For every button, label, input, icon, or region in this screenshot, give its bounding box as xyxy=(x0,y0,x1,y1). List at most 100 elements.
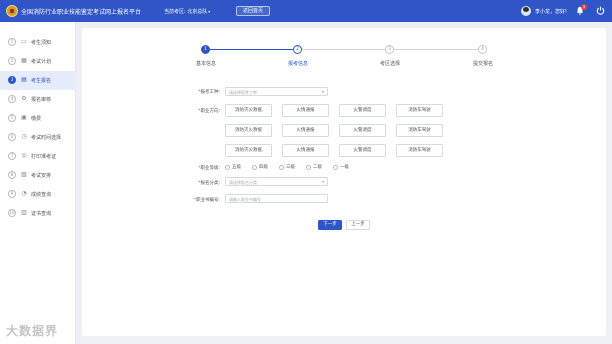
step-number: 8 xyxy=(8,171,16,179)
sidebar-item-print-ticket[interactable]: 7 ◎ 打印准考证 xyxy=(0,147,76,166)
schedule-icon: ▧ xyxy=(21,171,27,178)
step-number: 3 xyxy=(8,76,16,84)
step-2-label: 报考信息 xyxy=(287,61,308,67)
step-3-label: 考区选择 xyxy=(379,61,400,67)
direction-option[interactable]: 火警调度 xyxy=(339,104,386,117)
step-number: 5 xyxy=(8,114,16,122)
radio-label: 四级 xyxy=(259,165,268,170)
watermark: 大数据界 xyxy=(6,324,59,338)
cert-no-placeholder: 请输入职业书编号 xyxy=(229,197,261,202)
radio-circle xyxy=(252,164,257,170)
main-content-card xyxy=(82,28,606,336)
step-4-indicator: 4 xyxy=(478,45,487,54)
step-1-indicator: 1 xyxy=(201,45,210,54)
level-radio-4[interactable]: 四级 xyxy=(252,164,268,171)
step-connector xyxy=(302,49,385,50)
step-connector xyxy=(210,49,293,50)
fire-emblem-logo xyxy=(6,5,18,17)
direction-option[interactable]: 火情通报 xyxy=(282,124,329,137)
sidebar-item-label: 考生须知 xyxy=(31,40,52,46)
apply-type-select[interactable]: 请选择报名分类 ▾ xyxy=(225,177,328,186)
avatar[interactable] xyxy=(521,6,531,16)
step-number: 9 xyxy=(8,190,16,198)
sidebar-item-certificate[interactable]: 10 ▥ 证书查询 xyxy=(0,204,76,223)
step-number: 4 xyxy=(8,95,16,103)
radio-circle xyxy=(333,164,338,170)
radio-circle xyxy=(279,164,284,170)
radio-label: 一级 xyxy=(340,165,349,170)
direction-option[interactable]: 消防车驾驶 xyxy=(396,144,443,157)
sidebar-item-label: 考试时间选择 xyxy=(31,135,62,141)
job-type-label: *报考工种: xyxy=(198,90,220,95)
cert-no-input[interactable]: 请输入职业书编号 xyxy=(225,194,328,203)
direction-option[interactable]: 火情通报 xyxy=(282,144,329,157)
sidebar-item-label: 证书查询 xyxy=(31,211,52,217)
direction-option[interactable]: 消防车驾驶 xyxy=(396,104,443,117)
direction-option[interactable]: 消防车驾驶 xyxy=(396,124,443,137)
radio-circle xyxy=(225,164,230,170)
direction-option[interactable]: 消防灭火救援 xyxy=(225,104,272,117)
chevron-down-icon: ▾ xyxy=(208,9,211,14)
direction-option[interactable]: 火情通报 xyxy=(282,104,329,117)
sidebar-item-plan[interactable]: 2 ▦ 考试计划 xyxy=(0,52,76,71)
sidebar-item-exam-time[interactable]: 6 ◷ 考试时间选择 xyxy=(0,128,76,147)
level-radio-2[interactable]: 二级 xyxy=(306,164,322,171)
form-icon: ▤ xyxy=(21,76,27,83)
previous-step-button[interactable]: 上一步 xyxy=(346,220,370,230)
sidebar-item-label: 成绩查询 xyxy=(31,192,52,198)
sidebar-item-label: 考试计划 xyxy=(31,59,52,65)
step-connector xyxy=(394,49,478,50)
radio-circle xyxy=(306,164,311,170)
sidebar-item-review[interactable]: 4 ⚙ 报名审核 xyxy=(0,90,76,109)
step-number: 1 xyxy=(8,38,16,46)
sidebar-item-label: 缴费 xyxy=(31,116,42,122)
step-number: 2 xyxy=(8,57,16,65)
sidebar-item-notice[interactable]: 1 ▭ 考生须知 xyxy=(0,33,76,52)
step-3-indicator: 3 xyxy=(385,45,394,54)
sidebar-item-label: 报名审核 xyxy=(31,97,52,103)
gear-icon: ⚙ xyxy=(21,95,27,102)
certificate-icon: ▥ xyxy=(21,209,27,216)
step-number: 10 xyxy=(8,209,16,217)
direction-label: *职业方向: xyxy=(198,109,220,114)
step-4-label: 提交报名 xyxy=(472,61,493,67)
level-label: *职业等级: xyxy=(198,166,220,171)
region-selector[interactable]: 当前考区: 北京总队▾ xyxy=(164,8,210,15)
chevron-down-icon: ▾ xyxy=(321,89,324,94)
sidebar-item-register[interactable]: 3 ▤ 考生报名 xyxy=(0,71,76,90)
app-title: 全国消防行业职业技能鉴定考试网上报名平台 xyxy=(21,9,142,16)
direction-option[interactable]: 火警调度 xyxy=(339,144,386,157)
print-icon: ◎ xyxy=(21,152,27,159)
next-step-button[interactable]: 下一步 xyxy=(318,220,342,230)
level-radio-1[interactable]: 一级 xyxy=(333,164,349,171)
sidebar-item-payment[interactable]: 5 ▣ 缴费 xyxy=(0,109,76,128)
step-2-indicator: 2 xyxy=(293,45,302,54)
level-radio-3[interactable]: 三级 xyxy=(279,164,295,171)
job-type-placeholder: 请选择报考工种 xyxy=(229,90,257,95)
chevron-down-icon: ▾ xyxy=(321,179,324,184)
back-home-button[interactable]: 返回首页 xyxy=(236,6,270,16)
user-greeting: 李小龙，您好! xyxy=(535,9,568,15)
direction-option[interactable]: 消防灭火救援 xyxy=(225,144,272,157)
chart-icon: ◔ xyxy=(21,190,27,197)
step-1-label: 基本信息 xyxy=(195,61,216,67)
sidebar-item-label: 打印准考证 xyxy=(31,154,57,160)
sidebar-item-label: 考试安排 xyxy=(31,173,52,179)
step-number: 6 xyxy=(8,133,16,141)
level-radio-5[interactable]: 五级 xyxy=(225,164,241,171)
sidebar-item-score[interactable]: 9 ◔ 成绩查询 xyxy=(0,185,76,204)
top-bar: 全国消防行业职业技能鉴定考试网上报名平台 当前考区: 北京总队▾ 返回首页 李小… xyxy=(0,0,612,22)
wallet-icon: ▣ xyxy=(21,114,27,121)
radio-label: 二级 xyxy=(313,165,322,170)
direction-option[interactable]: 火警调度 xyxy=(339,124,386,137)
calendar-icon: ▦ xyxy=(21,57,27,64)
region-label: 当前考区: 北京总队 xyxy=(164,9,208,15)
direction-option[interactable]: 消防灭火救援 xyxy=(225,124,272,137)
step-number: 7 xyxy=(8,152,16,160)
sidebar-item-exam-schedule[interactable]: 8 ▧ 考试安排 xyxy=(0,166,76,185)
apply-type-label: *报名分类: xyxy=(198,181,220,186)
radio-label: 三级 xyxy=(286,165,295,170)
logout-power-icon[interactable] xyxy=(596,6,605,15)
notification-badge: 3 xyxy=(581,4,587,10)
job-type-select[interactable]: 请选择报考工种 ▾ xyxy=(225,87,328,96)
